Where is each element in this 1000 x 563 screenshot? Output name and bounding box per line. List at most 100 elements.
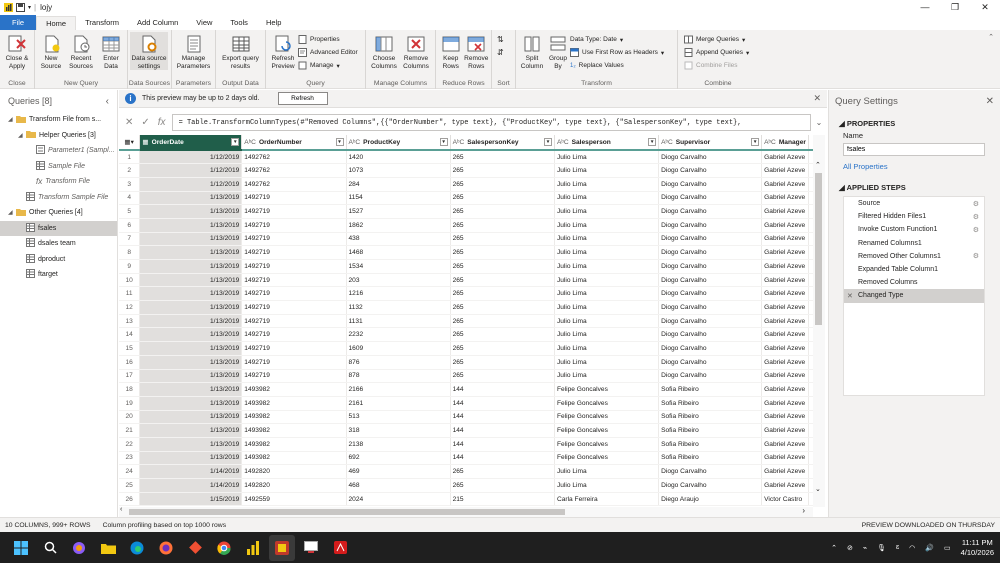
row-number[interactable]: 11 bbox=[119, 286, 141, 302]
table-row[interactable]: 10 1/13/2019 1492719 203 265 Julio Lima Diogo … bbox=[119, 273, 813, 288]
table-cell[interactable]: Julio Lima bbox=[554, 232, 660, 247]
table-cell[interactable]: 876 bbox=[346, 355, 451, 370]
table-cell[interactable]: Diogo Carvalho bbox=[658, 355, 763, 370]
table-cell[interactable]: 265 bbox=[450, 464, 555, 479]
combine-files-button[interactable]: Combine Files bbox=[684, 60, 749, 71]
formula-input[interactable]: = Table.TransformColumnTypes(#"Removed C… bbox=[171, 114, 811, 131]
row-number[interactable]: 22 bbox=[119, 437, 141, 452]
table-cell[interactable]: 1132 bbox=[346, 300, 451, 315]
table-row[interactable]: 22 1/13/2019 1493982 2138 144 Felipe Goncalve… bbox=[119, 437, 813, 452]
table-cell[interactable]: Gabriel Azeve bbox=[761, 191, 809, 206]
close-icon[interactable]: ✕ bbox=[813, 93, 821, 104]
table-cell[interactable]: 2166 bbox=[346, 382, 451, 397]
column-header[interactable]: AᵇC Salesperson ▾ bbox=[554, 135, 660, 151]
table-cell[interactable]: Sofia Ribeiro bbox=[658, 382, 763, 397]
new-source-button[interactable]: New Source bbox=[37, 32, 65, 70]
table-cell[interactable]: Gabriel Azeve bbox=[761, 437, 809, 452]
applied-step[interactable]: Removed Columns bbox=[844, 276, 984, 289]
table-cell[interactable]: 144 bbox=[450, 382, 555, 397]
keep-rows-button[interactable]: Keep Rows bbox=[438, 32, 464, 70]
table-cell[interactable]: Gabriel Azeve bbox=[761, 355, 809, 370]
table-cell[interactable]: 1131 bbox=[346, 314, 451, 329]
table-cell[interactable]: 265 bbox=[450, 369, 555, 384]
table-cell[interactable]: 468 bbox=[346, 478, 451, 493]
table-cell[interactable]: Felipe Goncalves bbox=[554, 423, 660, 438]
table-cell[interactable]: 1/13/2019 bbox=[139, 245, 243, 260]
row-number[interactable]: 2 bbox=[119, 163, 141, 178]
table-cell[interactable]: 1/13/2019 bbox=[139, 300, 243, 315]
row-number[interactable]: 20 bbox=[119, 410, 141, 425]
table-cell[interactable]: 1/13/2019 bbox=[139, 423, 243, 438]
column-header[interactable]: AᵇC SalespersonKey ▾ bbox=[450, 135, 555, 151]
table-cell[interactable]: 878 bbox=[346, 369, 451, 384]
copilot-button[interactable] bbox=[66, 535, 92, 561]
table-cell[interactable]: Gabriel Azeve bbox=[761, 259, 809, 274]
clock[interactable]: 11:11 PM 4/10/2026 bbox=[961, 538, 994, 558]
table-cell[interactable]: 265 bbox=[450, 273, 555, 288]
table-cell[interactable]: 144 bbox=[450, 396, 555, 411]
table-cell[interactable]: Diogo Carvalho bbox=[658, 369, 763, 384]
firefox-button[interactable] bbox=[153, 535, 179, 561]
table-cell[interactable]: Julio Lima bbox=[554, 341, 660, 356]
table-cell[interactable]: 265 bbox=[450, 163, 555, 178]
table-cell[interactable]: 1/12/2019 bbox=[139, 163, 243, 178]
applied-step[interactable]: Source ⚙ bbox=[844, 197, 984, 210]
table-cell[interactable]: Diogo Carvalho bbox=[658, 163, 763, 178]
query-item[interactable]: dproduct bbox=[0, 252, 117, 268]
table-cell[interactable]: Gabriel Azeve bbox=[761, 177, 809, 192]
table-cell[interactable]: 1492719 bbox=[241, 355, 347, 370]
row-number[interactable]: 15 bbox=[119, 341, 141, 356]
table-cell[interactable]: 1493982 bbox=[241, 423, 347, 438]
properties-button[interactable]: Properties bbox=[298, 34, 358, 45]
table-cell[interactable]: 1/13/2019 bbox=[139, 396, 243, 411]
table-cell[interactable]: 1492719 bbox=[241, 369, 347, 384]
table-cell[interactable]: 318 bbox=[346, 423, 451, 438]
query-item[interactable]: ftarget bbox=[0, 267, 117, 283]
table-cell[interactable]: 265 bbox=[450, 245, 555, 260]
row-number[interactable]: 8 bbox=[119, 245, 141, 260]
table-row[interactable]: 5 1/13/2019 1492719 1527 265 Julio Lima Diogo … bbox=[119, 204, 813, 219]
row-number[interactable]: 16 bbox=[119, 355, 141, 370]
query-item[interactable]: Parameter1 (Sampl... bbox=[0, 143, 117, 159]
row-number[interactable]: 18 bbox=[119, 382, 141, 397]
table-cell[interactable]: Diogo Carvalho bbox=[658, 286, 763, 302]
table-cell[interactable]: Diogo Carvalho bbox=[658, 273, 763, 288]
table-cell[interactable]: 265 bbox=[450, 177, 555, 192]
table-cell[interactable]: Gabriel Azeve bbox=[761, 464, 809, 479]
quick-access-dropdown-icon[interactable]: ▾ bbox=[28, 4, 31, 11]
table-cell[interactable]: Felipe Goncalves bbox=[554, 437, 660, 452]
table-cell[interactable]: Carla Ferreira bbox=[554, 492, 660, 507]
tab-file[interactable]: File bbox=[0, 15, 37, 30]
manage-query-button[interactable]: Manage ▾ bbox=[298, 60, 358, 71]
applied-step[interactable]: ✕ Changed Type bbox=[844, 289, 984, 303]
table-cell[interactable]: 1/14/2019 bbox=[139, 464, 243, 479]
table-row[interactable]: 20 1/13/2019 1493982 513 144 Felipe Goncalves… bbox=[119, 410, 813, 425]
row-number[interactable]: 21 bbox=[119, 423, 141, 438]
acrobat-button[interactable] bbox=[327, 535, 353, 561]
table-cell[interactable]: Gabriel Azeve bbox=[761, 163, 809, 178]
table-cell[interactable]: 1492559 bbox=[241, 492, 347, 507]
manage-parameters-button[interactable]: Manage Parameters bbox=[174, 32, 213, 70]
power-bi-button[interactable] bbox=[240, 535, 266, 561]
table-cell[interactable]: 215 bbox=[450, 492, 555, 507]
table-cell[interactable]: 1/13/2019 bbox=[139, 273, 243, 288]
microphone-icon[interactable]: 🎙 bbox=[877, 544, 886, 552]
table-row[interactable]: 8 1/13/2019 1492719 1468 265 Julio Lima Diogo … bbox=[119, 245, 813, 260]
table-cell[interactable]: Sofia Ribeiro bbox=[658, 451, 763, 466]
table-cell[interactable]: Gabriel Azeve bbox=[761, 396, 809, 411]
table-cell[interactable]: Gabriel Azeve bbox=[761, 245, 809, 260]
remove-columns-button[interactable]: Remove Columns bbox=[400, 32, 432, 70]
table-row[interactable]: 14 1/13/2019 1492719 2232 265 Julio Lima Diogo… bbox=[119, 327, 813, 343]
table-row[interactable]: 16 1/13/2019 1492719 876 265 Julio Lima Diogo … bbox=[119, 355, 813, 370]
table-cell[interactable]: Felipe Goncalves bbox=[554, 382, 660, 397]
table-cell[interactable]: Gabriel Azeve bbox=[761, 382, 809, 397]
wifi-icon[interactable]: ◠ bbox=[909, 544, 915, 552]
table-cell[interactable]: 1492719 bbox=[241, 286, 347, 302]
table-cell[interactable]: 1492719 bbox=[241, 232, 347, 247]
table-row[interactable]: 23 1/13/2019 1493982 692 144 Felipe Goncalves… bbox=[119, 451, 813, 466]
table-cell[interactable]: Julio Lima bbox=[554, 163, 660, 178]
table-cell[interactable]: 1/15/2019 bbox=[139, 492, 243, 507]
table-cell[interactable]: Julio Lima bbox=[554, 191, 660, 206]
column-header[interactable]: ▦ OrderDate ▾ bbox=[139, 135, 243, 151]
scroll-right-icon[interactable]: › bbox=[802, 506, 805, 515]
